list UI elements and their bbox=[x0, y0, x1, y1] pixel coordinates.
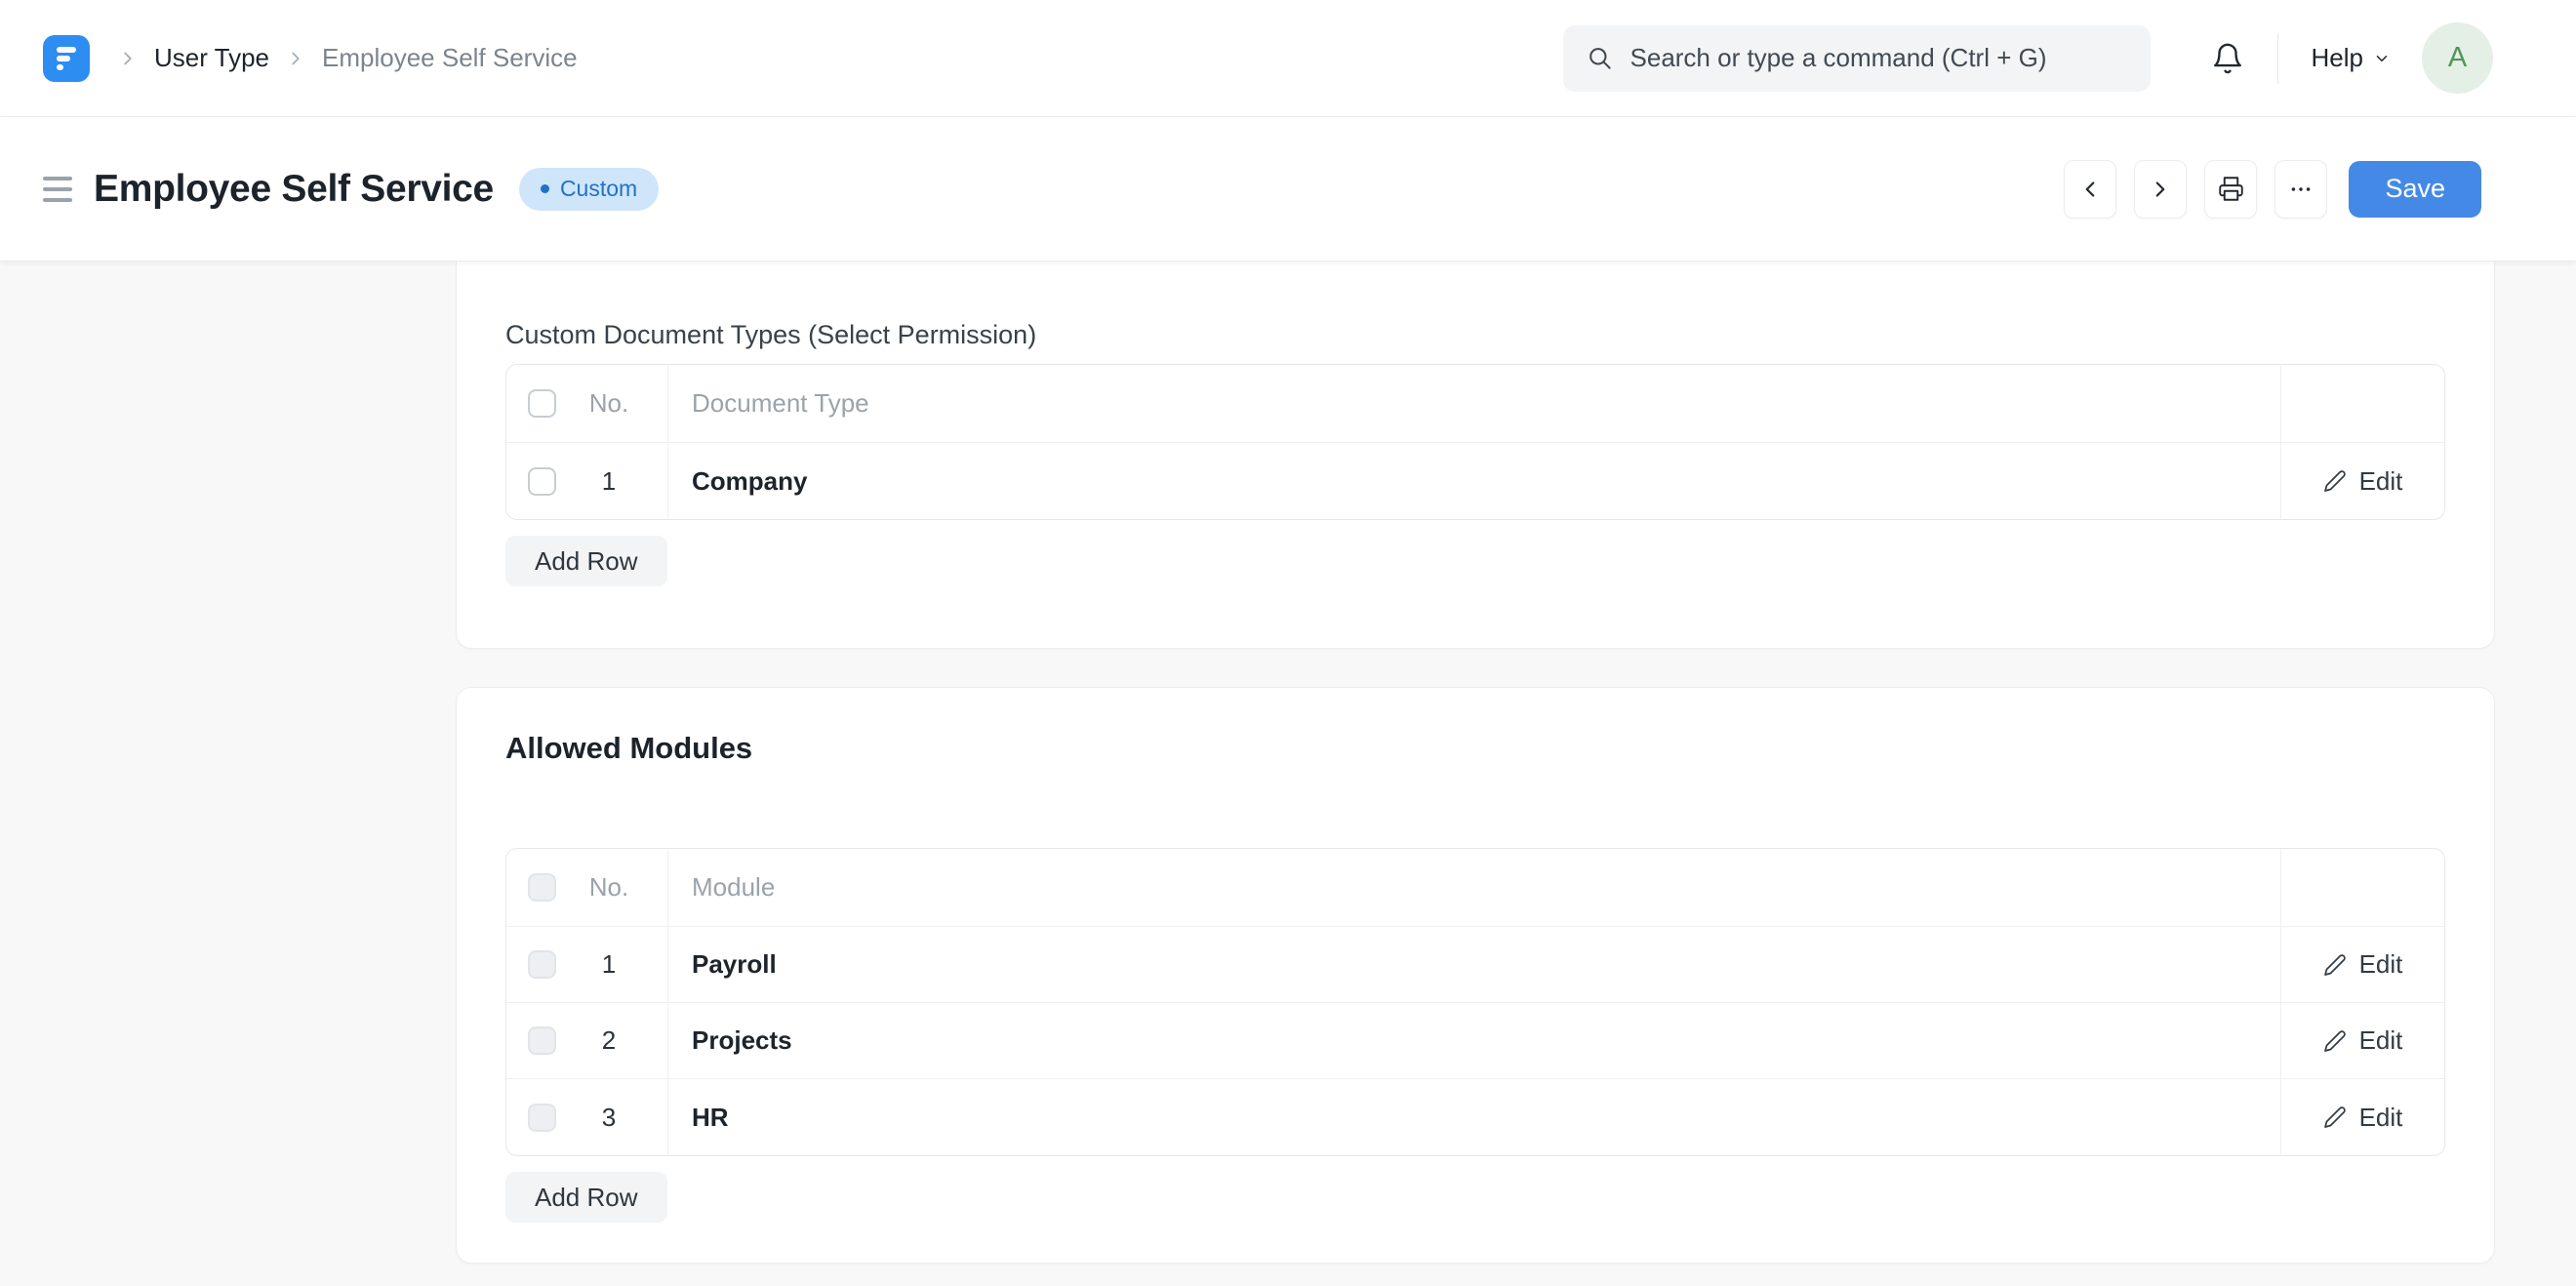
row-checkbox[interactable] bbox=[528, 466, 556, 496]
allowed-modules-table: No. Module 1 Payroll Edit 2 Projects Edi… bbox=[505, 848, 2445, 1156]
breadcrumb-user-type[interactable]: User Type bbox=[154, 43, 269, 73]
edit-label: Edit bbox=[2358, 1102, 2403, 1132]
edit-label: Edit bbox=[2358, 949, 2403, 979]
row-checkbox[interactable] bbox=[528, 1103, 556, 1132]
row-number: 1 bbox=[601, 949, 617, 979]
row-checkbox[interactable] bbox=[528, 1026, 556, 1055]
column-header-no: No. bbox=[588, 388, 629, 418]
form-body: Custom Document Types (Select Permission… bbox=[0, 261, 2576, 1286]
breadcrumb-current[interactable]: Employee Self Service bbox=[322, 43, 578, 73]
search-icon bbox=[1587, 45, 1613, 71]
notifications-bell-icon[interactable] bbox=[2211, 42, 2244, 75]
row-number: 1 bbox=[601, 465, 617, 496]
edit-label: Edit bbox=[2358, 465, 2403, 496]
add-row-button[interactable]: Add Row bbox=[505, 1172, 667, 1223]
section-allowed-modules: Allowed Modules No. Module 1 Payroll Edi… bbox=[456, 687, 2495, 1264]
custom-badge: Custom bbox=[518, 167, 660, 211]
table-header-row: No. Module bbox=[506, 849, 2444, 927]
search-placeholder: Search or type a command (Ctrl + G) bbox=[1630, 43, 2047, 72]
menu-ellipsis-button[interactable] bbox=[2274, 159, 2328, 219]
sidebar-toggle-icon[interactable] bbox=[43, 171, 72, 208]
column-header-document-type: Document Type bbox=[692, 388, 869, 418]
edit-label: Edit bbox=[2358, 1025, 2403, 1055]
app-logo-icon[interactable] bbox=[43, 34, 90, 82]
help-label: Help bbox=[2311, 43, 2363, 72]
row-value: Payroll bbox=[692, 949, 777, 979]
table-row: 1 Payroll Edit bbox=[506, 927, 2444, 1003]
column-header-module: Module bbox=[692, 872, 776, 902]
avatar-letter: A bbox=[2447, 42, 2468, 73]
row-value: Projects bbox=[692, 1025, 792, 1055]
row-value: HR bbox=[692, 1102, 729, 1132]
edit-row-button[interactable]: Edit bbox=[2280, 1079, 2444, 1155]
select-all-checkbox[interactable] bbox=[528, 873, 556, 902]
user-avatar[interactable]: A bbox=[2422, 22, 2493, 94]
navbar: User Type Employee Self Service Search o… bbox=[0, 0, 2576, 117]
document-types-table: No. Document Type 1 Company Edit bbox=[505, 364, 2445, 520]
next-document-button[interactable] bbox=[2134, 159, 2188, 219]
chevron-right-icon bbox=[117, 48, 139, 69]
table-row: 1 Company Edit bbox=[506, 443, 2444, 519]
page-actions: Save bbox=[2064, 159, 2481, 219]
select-all-checkbox[interactable] bbox=[528, 389, 556, 418]
column-header-no: No. bbox=[588, 872, 629, 902]
row-checkbox[interactable] bbox=[528, 950, 556, 979]
chevron-down-icon bbox=[2373, 50, 2391, 67]
print-button[interactable] bbox=[2204, 159, 2258, 219]
table-row: 3 HR Edit bbox=[506, 1079, 2444, 1155]
page-title: Employee Self Service bbox=[94, 167, 494, 210]
add-row-button[interactable]: Add Row bbox=[505, 536, 667, 586]
field-label: Custom Document Types (Select Permission… bbox=[505, 320, 1037, 349]
table-row: 2 Projects Edit bbox=[506, 1003, 2444, 1079]
page-head: Employee Self Service Custom Save bbox=[0, 117, 2576, 261]
pencil-icon bbox=[2323, 953, 2347, 977]
edit-row-button[interactable]: Edit bbox=[2280, 927, 2444, 1002]
section-custom-document-types: Custom Document Types (Select Permission… bbox=[456, 261, 2495, 649]
edit-row-button[interactable]: Edit bbox=[2280, 443, 2444, 519]
row-value: Company bbox=[692, 465, 808, 496]
chevron-right-icon bbox=[285, 48, 306, 69]
navbar-divider bbox=[2276, 32, 2278, 84]
pencil-icon bbox=[2323, 1029, 2347, 1053]
edit-row-button[interactable]: Edit bbox=[2280, 1003, 2444, 1078]
row-number: 2 bbox=[601, 1025, 617, 1055]
table-header-row: No. Document Type bbox=[506, 365, 2444, 443]
pencil-icon bbox=[2323, 1105, 2347, 1129]
save-button[interactable]: Save bbox=[2349, 160, 2481, 218]
prev-document-button[interactable] bbox=[2064, 159, 2117, 219]
help-dropdown[interactable]: Help bbox=[2312, 43, 2391, 73]
row-number: 3 bbox=[601, 1102, 617, 1132]
breadcrumb: User Type Employee Self Service bbox=[117, 43, 578, 73]
section-heading: Allowed Modules bbox=[505, 731, 753, 765]
search-input[interactable]: Search or type a command (Ctrl + G) bbox=[1562, 24, 2151, 92]
pencil-icon bbox=[2323, 469, 2347, 493]
